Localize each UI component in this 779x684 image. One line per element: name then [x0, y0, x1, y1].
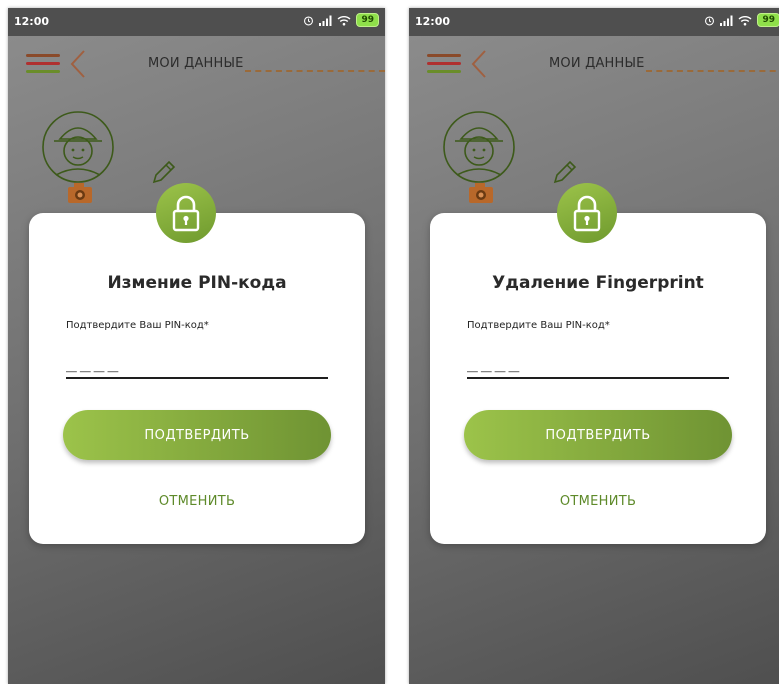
camera-icon: [469, 183, 493, 203]
dialog-title: Измение PIN-кода: [107, 273, 287, 293]
page-title: МОИ ДАННЫЕ: [549, 56, 645, 71]
status-bar: 12:00 99: [8, 8, 385, 36]
phone-screen-delete-fingerprint: 12:00 99 МОИ ДАННЫЕ Удаление Fingerprint…: [409, 8, 779, 684]
confirm-button[interactable]: ПОДТВЕРДИТЬ: [464, 410, 732, 460]
delete-fingerprint-dialog: Удаление Fingerprint Подтвердите Ваш PIN…: [430, 183, 766, 544]
pin-label: Подтвердите Ваш PIN-код*: [66, 320, 209, 331]
chevron-left-icon[interactable]: [467, 48, 491, 80]
battery-indicator: 99: [757, 13, 779, 27]
status-time: 12:00: [14, 15, 50, 28]
user-avatar-icon[interactable]: [441, 109, 517, 204]
status-bar: 12:00 99: [409, 8, 779, 36]
pencil-icon[interactable]: [549, 158, 579, 188]
user-avatar-icon[interactable]: [40, 109, 116, 204]
cancel-button[interactable]: ОТМЕНИТЬ: [29, 494, 365, 509]
hamburger-menu-icon[interactable]: [427, 54, 461, 74]
wifi-icon: [338, 15, 351, 25]
confirm-button[interactable]: ПОДТВЕРДИТЬ: [63, 410, 331, 460]
lock-icon: [573, 195, 601, 232]
title-divider: [245, 70, 385, 72]
pin-input[interactable]: [66, 347, 328, 379]
top-bar: МОИ ДАННЫЕ: [409, 36, 779, 92]
phone-screen-change-pin: 12:00 99 МОИ ДАННЫЕ Измение PIN-кода Под…: [8, 8, 385, 684]
status-icons: 99: [704, 13, 779, 27]
lock-icon: [172, 195, 200, 232]
wifi-icon: [739, 15, 752, 25]
battery-indicator: 99: [356, 13, 379, 27]
alarm-icon: [705, 15, 715, 25]
alarm-icon: [304, 15, 314, 25]
cancel-button[interactable]: ОТМЕНИТЬ: [430, 494, 766, 509]
status-time: 12:00: [415, 15, 451, 28]
title-divider: [646, 70, 779, 72]
pin-label: Подтвердите Ваш PIN-код*: [467, 320, 610, 331]
hamburger-menu-icon[interactable]: [26, 54, 60, 74]
status-icons: 99: [303, 13, 379, 27]
lock-badge: [557, 183, 617, 243]
chevron-left-icon[interactable]: [66, 48, 90, 80]
dialog-title: Удаление Fingerprint: [492, 273, 704, 293]
camera-icon: [68, 183, 92, 203]
pencil-icon[interactable]: [148, 158, 178, 188]
pin-input[interactable]: [467, 347, 729, 379]
top-bar: МОИ ДАННЫЕ: [8, 36, 385, 92]
page-title: МОИ ДАННЫЕ: [148, 56, 244, 71]
lock-badge: [156, 183, 216, 243]
signal-icon: [319, 15, 332, 26]
change-pin-dialog: Измение PIN-кода Подтвердите Ваш PIN-код…: [29, 183, 365, 544]
signal-icon: [720, 15, 733, 26]
